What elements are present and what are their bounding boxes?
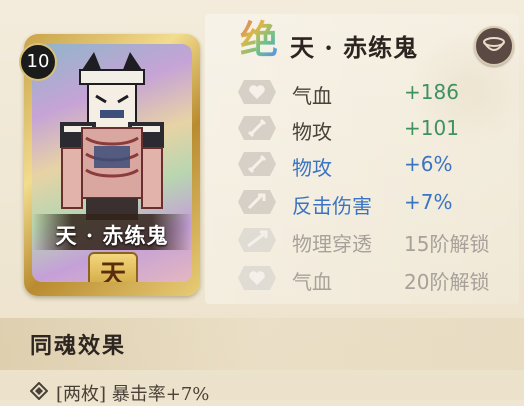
set-effect-row: [两枚] 暴击率+7% <box>30 380 510 405</box>
soul-title: 天 · 赤练鬼 <box>290 33 419 62</box>
stat-value: +186 <box>404 80 459 104</box>
stat-value: 15阶解锁 <box>404 232 490 256</box>
card-artwork-frame: 天 · 赤练鬼 天 <box>32 44 192 282</box>
card-name: 天 · 赤练鬼 <box>55 223 169 248</box>
soul-type-button[interactable] <box>474 26 514 66</box>
stat-label: 物理穿透 <box>292 232 372 256</box>
stat-row: 反击伤害 +7% <box>238 188 518 218</box>
sword-icon <box>238 116 276 140</box>
stat-label: 气血 <box>292 84 332 108</box>
stat-value: 20阶解锁 <box>404 270 490 294</box>
stat-row: 气血 +186 <box>238 78 518 108</box>
sword-icon <box>238 152 276 176</box>
stat-row: 物攻 +6% <box>238 150 518 180</box>
stat-value: +7% <box>404 190 453 214</box>
stat-label: 物攻 <box>292 156 332 180</box>
bowl-icon <box>483 37 505 51</box>
demon-portrait-image <box>60 52 164 220</box>
heart-icon <box>238 80 276 104</box>
counter-icon <box>238 190 276 214</box>
set-effect-text: [两枚] 暴击率+7% <box>56 384 210 405</box>
stat-value: +101 <box>404 116 459 140</box>
slot-badge: 天 <box>88 252 138 282</box>
stat-label: 反击伤害 <box>292 194 372 218</box>
diamond-icon <box>30 382 48 400</box>
section-title: 同魂效果 <box>30 333 127 359</box>
heart-icon <box>238 266 276 290</box>
level-badge: 10 <box>19 43 57 81</box>
stat-label: 气血 <box>292 270 332 294</box>
stat-row: 气血 20阶解锁 <box>238 264 518 294</box>
rarity-badge: 绝 <box>240 18 288 62</box>
stat-value: +6% <box>404 152 453 176</box>
soul-detail-panel: 天 · 赤练鬼 天 10 绝 天 · 赤练鬼 气血 +186 物攻 +101 物… <box>0 0 524 405</box>
pierce-icon <box>238 228 276 252</box>
stat-row: 物理穿透 15阶解锁 <box>238 226 518 256</box>
stat-label: 物攻 <box>292 120 332 144</box>
stat-row: 物攻 +101 <box>238 114 518 144</box>
